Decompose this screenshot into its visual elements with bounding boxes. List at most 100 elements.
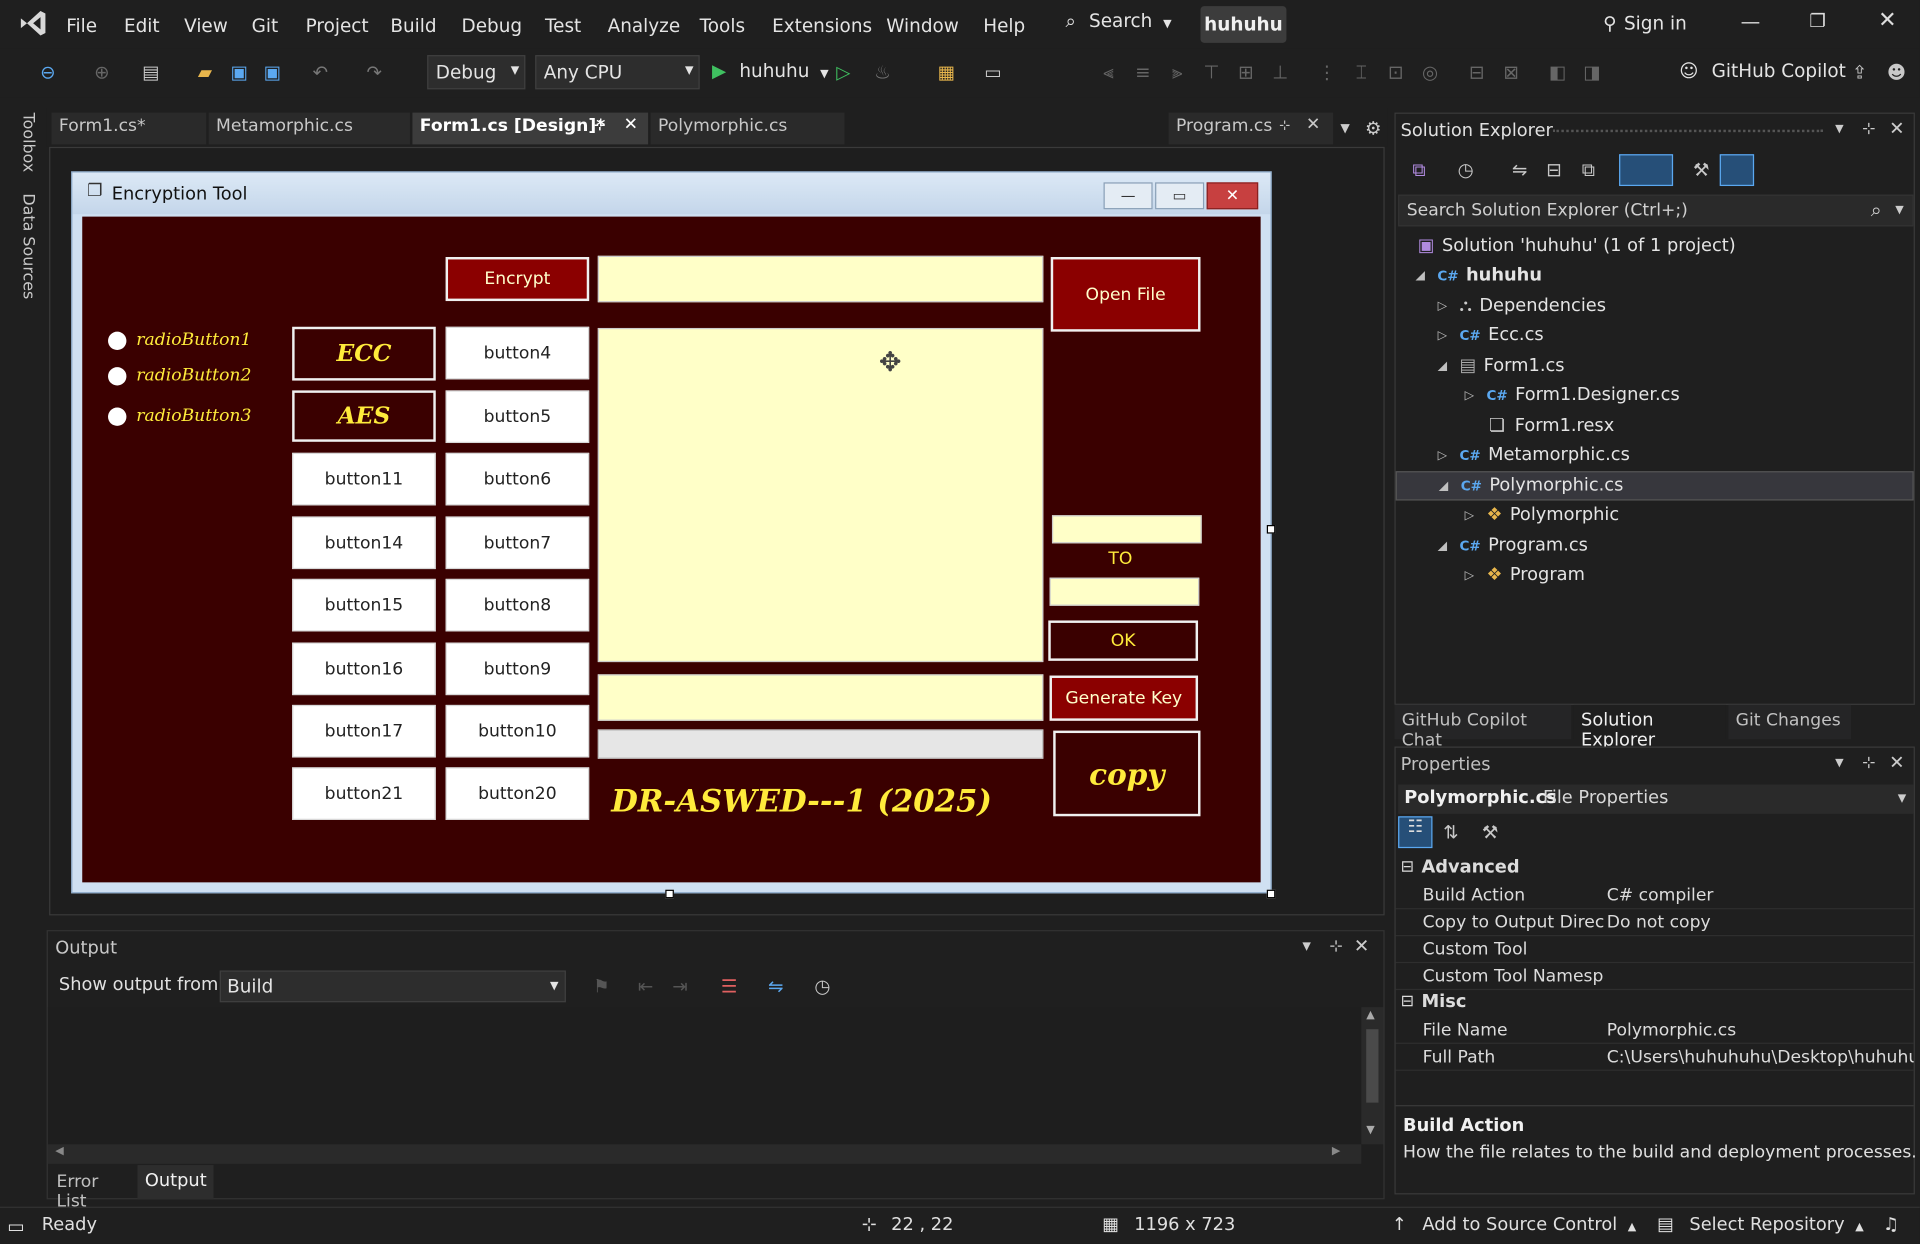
pin-icon[interactable]: ⊹ [1329, 937, 1342, 955]
tree-item-program[interactable]: ◢ C# Program.cs [1432, 531, 1588, 560]
button6[interactable]: button6 [445, 452, 590, 506]
button15[interactable]: button15 [292, 578, 436, 632]
to-textbox[interactable] [1049, 577, 1200, 606]
close-panel-icon[interactable]: ✕ [1889, 117, 1904, 139]
categorized-view-button[interactable]: ☷ [1398, 816, 1433, 849]
menu-view[interactable]: View [184, 15, 228, 37]
collapsed-arrow-icon[interactable]: ▷ [1432, 329, 1452, 342]
feedback-icon[interactable]: ☻ [1883, 59, 1910, 86]
open-in-explorer-icon[interactable]: ▦ [933, 59, 960, 86]
layout-icon[interactable]: ▭ [980, 59, 1007, 86]
generate-key-button[interactable]: Generate Key [1049, 675, 1199, 721]
tab-program[interactable]: Program.cs ⊹ ✕ [1168, 112, 1334, 145]
save-icon[interactable]: ▣ [226, 59, 253, 86]
close-panel-icon[interactable]: ✕ [1889, 751, 1904, 773]
sync-icon[interactable]: ⇋ [1506, 157, 1533, 184]
menu-edit[interactable]: Edit [124, 15, 160, 37]
chevron-down-icon[interactable]: ▼ [1835, 124, 1843, 136]
collapsed-arrow-icon[interactable]: ▷ [1432, 449, 1452, 462]
menu-window[interactable]: Window [886, 15, 959, 37]
radio-button-2[interactable]: radioButton2 [108, 366, 251, 385]
config-dropdown[interactable]: Debug ▼ [427, 55, 526, 90]
clock-icon[interactable]: ◷ [809, 973, 836, 1000]
menu-git[interactable]: Git [252, 15, 279, 37]
tree-item-program-class[interactable]: ▷ ❖ Program [1459, 561, 1585, 590]
tree-item-metamorphic[interactable]: ▷ C# Metamorphic.cs [1432, 441, 1630, 470]
forward-icon[interactable]: ⊕ [88, 59, 115, 86]
properties-object-selector[interactable]: Polymorphic.cs File Properties ▼ [1398, 784, 1914, 814]
preview-toggle-button[interactable] [1719, 154, 1755, 187]
copilot-button[interactable]: ☺ GitHub Copilot [1679, 60, 1846, 82]
undo-icon[interactable]: ↶ [307, 59, 334, 86]
pin-icon[interactable]: ⊹ [594, 117, 605, 133]
tree-item-polymorphic[interactable]: ◢ C# Polymorphic.cs [1395, 471, 1914, 501]
new-project-icon[interactable]: ▤ [137, 59, 164, 86]
from-textbox[interactable] [1051, 515, 1202, 544]
expanded-arrow-icon[interactable]: ◢ [1410, 269, 1430, 282]
button7[interactable]: button7 [445, 516, 590, 570]
solution-search-input[interactable]: Search Solution Explorer (Ctrl+;) ⌕ ▼ [1398, 194, 1914, 227]
properties-wrench-icon[interactable]: ⚒ [1688, 157, 1715, 184]
close-window-button[interactable]: ✕ [1878, 7, 1897, 33]
settings-gear-icon[interactable]: ⚙ [1365, 117, 1382, 139]
search-box[interactable]: ⌕ Search ▼ [1065, 10, 1175, 37]
select-repository-button[interactable]: ▤ Select Repository ▲ [1657, 1215, 1864, 1235]
collapse-icon[interactable]: ⊟ [1401, 993, 1414, 1011]
collapse-icon[interactable]: ⊟ [1401, 858, 1414, 876]
tab-metamorphic[interactable]: Metamorphic.cs [208, 112, 410, 145]
search-icon[interactable]: ⌕ [1871, 198, 1882, 222]
expanded-arrow-icon[interactable]: ◢ [1432, 539, 1452, 552]
tree-item-solution[interactable]: ▣ Solution 'huhuhu' (1 of 1 project) [1418, 231, 1736, 260]
pin-icon[interactable]: ⊹ [1862, 754, 1875, 772]
tree-item-ecc[interactable]: ▷ C# Ecc.cs [1432, 321, 1544, 350]
form-close-button[interactable]: ✕ [1206, 182, 1259, 210]
menu-project[interactable]: Project [306, 15, 369, 37]
menu-tools[interactable]: Tools [700, 15, 745, 37]
output-source-dropdown[interactable]: Build ▼ [219, 970, 566, 1003]
form-minimize-button[interactable]: — [1103, 182, 1153, 210]
scroll-right-icon[interactable]: ▶ [1332, 1145, 1340, 1157]
property-build-action[interactable]: Build Action C# compiler [1395, 882, 1914, 910]
chevron-down-icon[interactable]: ▼ [1302, 941, 1310, 953]
tree-item-form1-resx[interactable]: ❏ Form1.resx [1479, 411, 1614, 440]
vs-logo-icon[interactable] [17, 7, 49, 39]
chevron-down-icon[interactable]: ▼ [1895, 204, 1903, 216]
show-all-files-icon[interactable]: ⧉ [1575, 157, 1602, 184]
tab-copilot-chat[interactable]: GitHub Copilot Chat [1394, 704, 1572, 750]
restore-button[interactable]: ❐ [1809, 10, 1826, 32]
word-wrap-icon[interactable]: ⇋ [762, 973, 789, 1000]
tree-item-form1[interactable]: ◢ ▤ Form1.cs [1432, 351, 1565, 380]
minimize-button[interactable]: — [1741, 10, 1761, 33]
scroll-down-icon[interactable]: ▼ [1366, 1125, 1374, 1137]
button11[interactable]: button11 [292, 452, 436, 506]
button21[interactable]: button21 [292, 767, 436, 820]
collapsed-arrow-icon[interactable]: ▷ [1432, 299, 1452, 312]
button16[interactable]: button16 [292, 642, 436, 696]
close-tab-icon[interactable]: ✕ [624, 115, 638, 135]
scroll-up-icon[interactable]: ▲ [1366, 1010, 1374, 1022]
tab-form1-design[interactable]: Form1.cs [Design]* ⊹ ✕ [412, 112, 649, 145]
history-icon[interactable]: ◷ [1452, 157, 1479, 184]
main-textarea[interactable] [597, 327, 1044, 663]
pin-icon[interactable]: ⊹ [1862, 120, 1875, 138]
radio-button-3[interactable]: radioButton3 [108, 406, 251, 426]
category-advanced[interactable]: ⊟ Advanced [1396, 855, 1914, 882]
menu-help[interactable]: Help [983, 15, 1025, 37]
notifications-bell-icon[interactable]: ♫ [1883, 1215, 1899, 1235]
tree-item-polymorphic-class[interactable]: ▷ ❖ Polymorphic [1459, 501, 1620, 530]
property-custom-tool[interactable]: Custom Tool [1395, 936, 1914, 964]
ok-button[interactable]: OK [1048, 620, 1199, 661]
tab-form1-cs[interactable]: Form1.cs* [51, 112, 207, 145]
button20[interactable]: button20 [445, 767, 590, 820]
property-custom-tool-namespace[interactable]: Custom Tool Namespa [1395, 963, 1914, 991]
expanded-arrow-icon[interactable]: ◢ [1434, 479, 1454, 492]
resize-handle-right[interactable] [1266, 525, 1276, 534]
tab-polymorphic[interactable]: Polymorphic.cs [650, 112, 845, 145]
property-pages-icon[interactable]: ⚒ [1477, 819, 1504, 846]
resize-handle-corner[interactable] [1266, 889, 1276, 899]
hot-reload-icon[interactable]: ♨ [869, 59, 896, 86]
open-folder-icon[interactable]: ▰ [191, 59, 218, 86]
menu-debug[interactable]: Debug [462, 15, 523, 37]
vs-switch-view-icon[interactable]: ⧉ [1405, 157, 1432, 184]
share-icon[interactable]: ⇪ [1846, 59, 1873, 86]
